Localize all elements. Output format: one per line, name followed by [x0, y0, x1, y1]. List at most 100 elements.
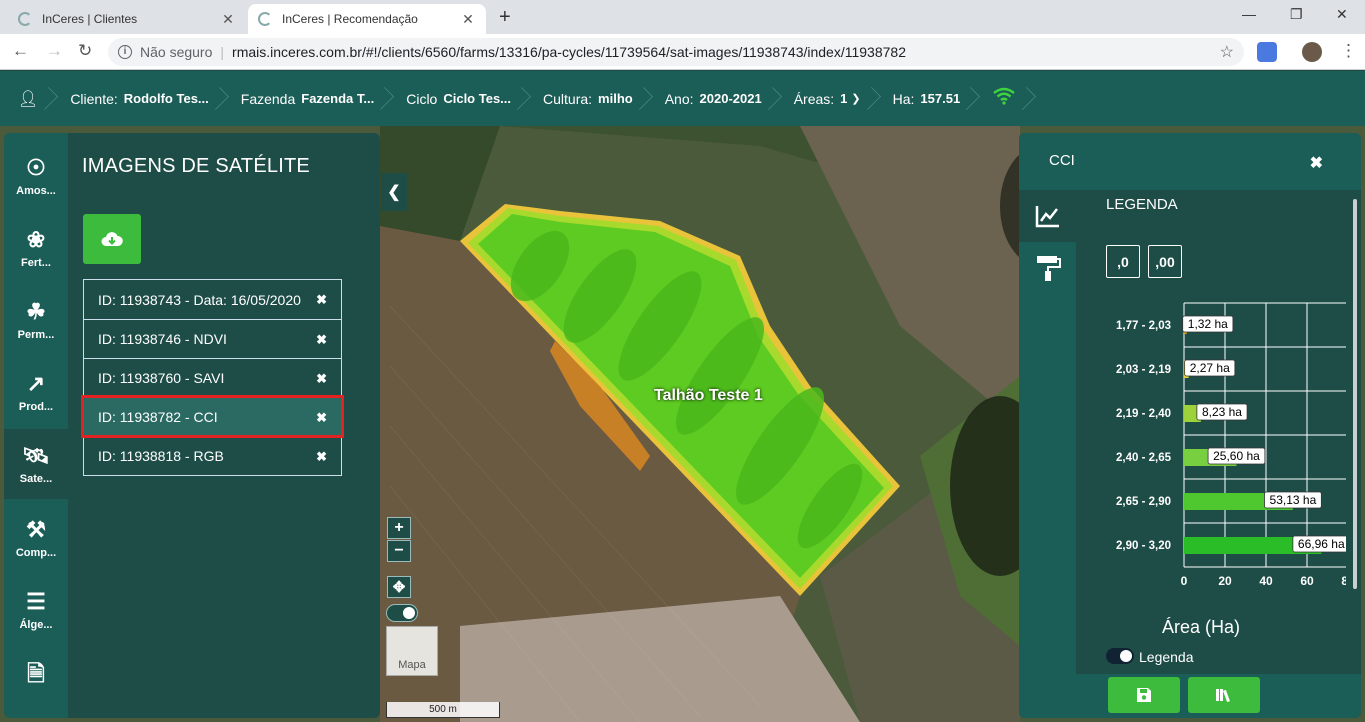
cliente-label: Cliente: [70, 90, 118, 107]
remove-icon[interactable]: ✖ [316, 369, 327, 389]
close-window-icon[interactable]: ✕ [1336, 6, 1348, 23]
cloud-download-button[interactable] [83, 214, 141, 264]
bookmark-star-icon[interactable]: ☆ [1220, 42, 1234, 62]
save-icon [1137, 688, 1151, 702]
zoom-in-button[interactable]: + [387, 517, 411, 539]
header-ano[interactable]: Ano: 2020-2021 [651, 71, 780, 126]
chevron-down-icon: ❯ [851, 93, 861, 105]
chart-xtick-label: 80 [1341, 574, 1346, 588]
cloud-download-icon [101, 232, 123, 246]
chart-category-label: 2,03 - 2,19 [1116, 364, 1171, 376]
forward-icon[interactable]: → [46, 41, 63, 61]
header-ciclo[interactable]: Ciclo Ciclo Tes... [392, 71, 529, 126]
header-cultura[interactable]: Cultura: milho [529, 71, 651, 126]
image-item[interactable]: ID: 11938746 - NDVI ✖ [83, 319, 342, 358]
line-chart-icon [1035, 206, 1059, 228]
browser-tab-clientes[interactable]: InCeres | Clientes ✕ [8, 4, 246, 34]
panel-title: IMAGENS DE SATÉLITE [82, 155, 310, 177]
cci-panel-title: CCI [1049, 152, 1075, 169]
basemap-switcher[interactable]: Mapa [386, 626, 438, 676]
remove-icon[interactable]: ✖ [316, 290, 327, 310]
menu-label: Álge... [19, 619, 53, 631]
menu-label: Perm... [17, 329, 55, 341]
legend-title: LEGENDA [1106, 196, 1178, 213]
maximize-icon[interactable]: ❐ [1290, 6, 1303, 23]
menu-label: Amos... [16, 185, 56, 197]
translate-extension-icon[interactable] [1257, 42, 1277, 62]
left-menu: ☉ Amos... ❀ Fert... ☘ Perm... ↗ Prod... 🛰︎ Sa… [4, 133, 68, 718]
menu-compactacao[interactable]: ⚒ Comp... [4, 503, 68, 573]
pan-move-icon[interactable]: ✥ [387, 576, 411, 598]
tab-close-icon[interactable]: ✕ [220, 11, 236, 28]
minimize-icon[interactable]: — [1242, 6, 1256, 22]
menu-satelite[interactable]: 🛰︎ Sate... [4, 429, 68, 499]
close-icon[interactable]: ✖ [1310, 153, 1323, 173]
wifi-icon [992, 87, 1016, 110]
browser-menu-icon[interactable]: ⋮ [1340, 41, 1357, 61]
map-layer-toggle[interactable] [386, 604, 418, 622]
browser-tab-recomendacao[interactable]: InCeres | Recomendação ✕ [248, 4, 486, 34]
remove-icon[interactable]: ✖ [316, 330, 327, 350]
cultura-value: milho [598, 91, 633, 106]
header-connection [978, 71, 1034, 126]
header-areas-dropdown[interactable]: Áreas: 1 ❯ [780, 71, 879, 126]
tab-chart[interactable] [1019, 190, 1076, 242]
image-item[interactable]: ID: 11938760 - SAVI ✖ [83, 358, 342, 397]
paint-roller-icon [1036, 256, 1061, 281]
menu-algebra[interactable]: ☰ Álge... [4, 575, 68, 645]
menu-produtividade[interactable]: ↗ Prod... [4, 357, 68, 427]
field-label[interactable]: Talhão Teste 1 [654, 387, 763, 405]
increase-decimals-button[interactable]: ,00 [1148, 245, 1182, 278]
ha-label: Ha: [892, 90, 915, 107]
compaction-icon: ⚒ [26, 517, 46, 542]
profile-avatar[interactable] [1302, 42, 1322, 62]
remove-icon[interactable]: ✖ [316, 447, 327, 467]
image-item[interactable]: ID: 11938743 - Data: 16/05/2020 ✖ [83, 279, 342, 319]
browser-tabbar: InCeres | Clientes ✕ InCeres | Recomenda… [0, 0, 1365, 34]
decrease-decimals-label: ,0 [1117, 253, 1129, 270]
header-fazenda[interactable]: Fazenda Fazenda T... [227, 71, 392, 126]
user-icon: 👤︎ [18, 90, 39, 108]
image-list: ID: 11938743 - Data: 16/05/2020 ✖ ID: 11… [81, 279, 344, 476]
tab-close-icon[interactable]: ✕ [460, 11, 476, 28]
document-icon: 🗎︎ [27, 661, 45, 686]
header-ha: Ha: 157.51 [879, 71, 979, 126]
image-item-label: ID: 11938760 - SAVI [98, 370, 225, 386]
tab-title: InCeres | Recomendação [282, 12, 418, 26]
reload-icon[interactable]: ↻ [78, 41, 92, 61]
fertilizer-icon: ❀ [26, 227, 46, 252]
url-omnibox[interactable]: i Não seguro | rmais.inceres.com.br/#!/c… [108, 38, 1244, 66]
collapse-panel-button[interactable]: ❮ [381, 173, 407, 211]
decrease-decimals-button[interactable]: ,0 [1106, 245, 1140, 278]
menu-amostragem[interactable]: ☉ Amos... [4, 141, 68, 211]
chart-data-label: 66,96 ha [1298, 537, 1345, 551]
cci-area-chart: 0 20 40 60 80 1,77 - 2,03 1,32 ha 2,03 - 2,19 2,… [1116, 302, 1346, 588]
plants-icon: ☘ [26, 299, 46, 324]
info-icon[interactable]: i [118, 45, 132, 59]
zoom-out-button[interactable]: − [387, 540, 411, 562]
new-tab-button[interactable]: + [499, 6, 511, 29]
areas-value: 1 [840, 91, 848, 106]
menu-document[interactable]: 🗎︎ [4, 643, 68, 713]
cultura-label: Cultura: [543, 90, 593, 107]
image-item[interactable]: ID: 11938818 - RGB ✖ [83, 436, 342, 476]
chart-data-label: 8,23 ha [1202, 405, 1242, 419]
fazenda-value: Fazenda T... [301, 91, 375, 106]
menu-label: Fert... [21, 257, 51, 269]
image-item-label: ID: 11938782 - CCI [98, 409, 218, 425]
tab-paint[interactable] [1019, 242, 1076, 294]
image-item-selected[interactable]: ID: 11938782 - CCI ✖ [81, 395, 344, 438]
menu-fertilidade[interactable]: ❀ Fert... [4, 213, 68, 283]
save-button[interactable] [1108, 677, 1180, 713]
url-text[interactable]: rmais.inceres.com.br/#!/clients/6560/far… [232, 44, 906, 60]
ciclo-label: Ciclo [406, 90, 438, 107]
panel-scrollbar[interactable] [1353, 199, 1357, 589]
user-menu[interactable]: 👤︎ [0, 71, 56, 126]
remove-icon[interactable]: ✖ [316, 408, 327, 428]
legend-toggle[interactable] [1106, 648, 1134, 664]
menu-permanente[interactable]: ☘ Perm... [4, 285, 68, 355]
back-icon[interactable]: ← [12, 41, 29, 61]
chart-category-label: 2,65 - 2,90 [1116, 496, 1171, 508]
header-cliente[interactable]: Cliente: Rodolfo Tes... [56, 71, 226, 126]
library-button[interactable] [1188, 677, 1260, 713]
